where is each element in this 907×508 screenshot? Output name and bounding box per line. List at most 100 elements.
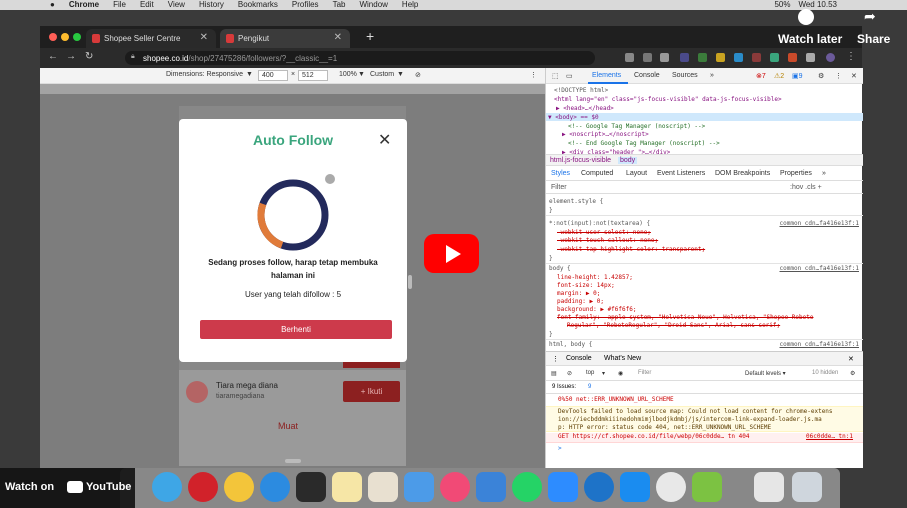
follow-button[interactable]: + Ikuti <box>343 381 400 402</box>
avatar[interactable] <box>186 381 208 403</box>
width-input[interactable]: 400 <box>258 70 288 81</box>
style-decl[interactable]: Regular", "RobotoRegular", "Droid Sans",… <box>567 322 780 329</box>
eye-icon[interactable]: ◉ <box>618 370 623 377</box>
style-decl[interactable]: -webkit-tap-highlight-color: transparent… <box>557 246 705 253</box>
style-rule-line[interactable]: *:not(input):not(textarea) { <box>549 220 650 227</box>
sidebar-toggle-icon[interactable]: ▤ <box>551 370 557 377</box>
dom-line[interactable]: <!-- Google Tag Manager (noscript) --> <box>568 123 705 130</box>
puzzle-icon[interactable] <box>806 53 815 62</box>
music-icon[interactable] <box>440 472 470 502</box>
rotate-icon[interactable]: ⊘ <box>415 71 421 79</box>
tab-drawer-console[interactable]: Console <box>566 355 592 362</box>
extension-icon[interactable] <box>716 53 725 62</box>
tab-close-icon[interactable]: ✕ <box>200 32 208 43</box>
breadcrumb-html[interactable]: html.js-focus-visible <box>550 157 611 164</box>
dom-line[interactable]: ▶ <head>…</head> <box>556 105 614 112</box>
menu-file[interactable]: File <box>113 0 126 10</box>
stop-button[interactable]: Berhenti <box>200 320 392 339</box>
context-select[interactable]: top <box>586 370 594 376</box>
menu-window[interactable]: Window <box>359 0 387 10</box>
menu-view[interactable]: View <box>168 0 185 10</box>
pages-icon[interactable] <box>368 472 398 502</box>
share-app-icon[interactable] <box>260 472 290 502</box>
extension-icon[interactable] <box>788 53 797 62</box>
extension-icon[interactable] <box>643 53 652 62</box>
style-decl[interactable]: margin: ▶ 0; <box>557 290 600 297</box>
console-filter-input[interactable]: Filter <box>638 370 651 376</box>
height-input[interactable]: 512 <box>298 70 328 81</box>
gear-icon[interactable]: ⚙ <box>818 72 824 80</box>
source-link[interactable]: common_cdn…fa416e13f:1 <box>780 341 859 348</box>
dimensions-select[interactable]: Dimensions: Responsive <box>166 71 243 78</box>
menu-profiles[interactable]: Profiles <box>292 0 319 10</box>
error-source-link[interactable]: 06c0dde… tn:1 <box>806 433 853 440</box>
clock-icon[interactable] <box>798 9 814 25</box>
tab-computed[interactable]: Computed <box>581 170 613 177</box>
share-icon[interactable]: ➦ <box>864 8 876 25</box>
apple-icon[interactable]: ● <box>50 0 55 10</box>
resize-handle[interactable] <box>408 275 412 289</box>
tab-properties[interactable]: Properties <box>780 170 812 177</box>
info-badge[interactable]: ▣9 <box>792 72 803 80</box>
tab-close-icon[interactable]: ✕ <box>334 32 342 43</box>
photos-icon[interactable] <box>224 472 254 502</box>
close-icon[interactable]: ✕ <box>851 72 857 80</box>
more-tabs-icon[interactable]: » <box>710 72 714 79</box>
menu-help[interactable]: Help <box>402 0 418 10</box>
source-link[interactable]: common_cdn…fa416e13f:1 <box>780 265 859 272</box>
dom-line[interactable]: <!DOCTYPE html> <box>554 87 608 94</box>
device-icon[interactable]: ▭ <box>566 72 573 80</box>
console-prompt[interactable]: > <box>546 445 863 452</box>
issues-bar[interactable]: 9 Issues: 9 <box>546 382 863 394</box>
dom-line-selected[interactable]: ▼ <body> == $0 <box>548 114 599 121</box>
finder-window-icon[interactable] <box>754 472 784 502</box>
menu-tab[interactable]: Tab <box>333 0 346 10</box>
extension-icon[interactable] <box>752 53 761 62</box>
follow-button-partial[interactable] <box>343 362 400 368</box>
menu-bookmarks[interactable]: Bookmarks <box>238 0 278 10</box>
extension-icon[interactable] <box>770 53 779 62</box>
close-icon[interactable]: ✕ <box>378 130 391 150</box>
error-badge[interactable]: ⊗7 <box>756 72 766 80</box>
play-button[interactable] <box>424 234 479 273</box>
minimize-window-button[interactable] <box>61 33 69 41</box>
whatsapp-icon[interactable] <box>512 472 542 502</box>
drawer-menu-icon[interactable]: ⋮ <box>552 355 559 363</box>
opera-icon[interactable] <box>188 472 218 502</box>
dom-line[interactable]: <html lang="en" class="js-focus-visible"… <box>554 96 782 103</box>
extension-icon[interactable] <box>680 53 689 62</box>
style-rule-line[interactable]: body { <box>549 265 571 272</box>
app-store-icon[interactable] <box>620 472 650 502</box>
gear-icon[interactable]: ⚙ <box>850 370 855 377</box>
more-options-icon[interactable]: ⋮ <box>530 71 537 79</box>
keynote-icon[interactable] <box>476 472 506 502</box>
clear-console-icon[interactable]: ⊘ <box>567 370 572 377</box>
close-window-button[interactable] <box>49 33 57 41</box>
log-levels-select[interactable]: Default levels ▾ <box>745 370 786 377</box>
zoom-icon[interactable] <box>548 472 578 502</box>
style-rule-line[interactable]: html, body { <box>549 341 592 348</box>
tab-styles[interactable]: Styles <box>551 170 570 177</box>
notes-icon[interactable] <box>332 472 362 502</box>
warning-badge[interactable]: ⚠2 <box>774 72 784 80</box>
menu-chrome[interactable]: Chrome <box>69 0 99 10</box>
more-tabs-icon[interactable]: » <box>822 170 826 177</box>
tab-elements[interactable]: Elements <box>592 72 621 79</box>
extension-icon[interactable] <box>625 53 634 62</box>
tab-sources[interactable]: Sources <box>672 72 698 79</box>
resize-handle[interactable] <box>285 459 301 463</box>
style-decl[interactable]: padding: ▶ 0; <box>557 298 604 305</box>
forward-icon[interactable]: → <box>66 51 76 62</box>
avatar[interactable] <box>826 53 835 62</box>
extension-icon[interactable] <box>660 53 669 62</box>
error-text[interactable]: GET https://cf.shopee.co.id/file/webp/06… <box>558 433 749 440</box>
style-decl[interactable]: line-height: 1.42857; <box>557 274 633 281</box>
safari-icon[interactable] <box>152 472 182 502</box>
inspect-icon[interactable]: ⬚ <box>552 72 559 80</box>
android-icon[interactable] <box>692 472 722 502</box>
extension-icon[interactable] <box>734 53 743 62</box>
load-more-link[interactable]: Muat <box>278 421 298 431</box>
tab-seller-centre[interactable]: Shopee Seller Centre ✕ <box>86 29 216 48</box>
dom-line[interactable]: <!-- End Google Tag Manager (noscript) -… <box>568 140 720 147</box>
extension-icon[interactable] <box>698 53 707 62</box>
